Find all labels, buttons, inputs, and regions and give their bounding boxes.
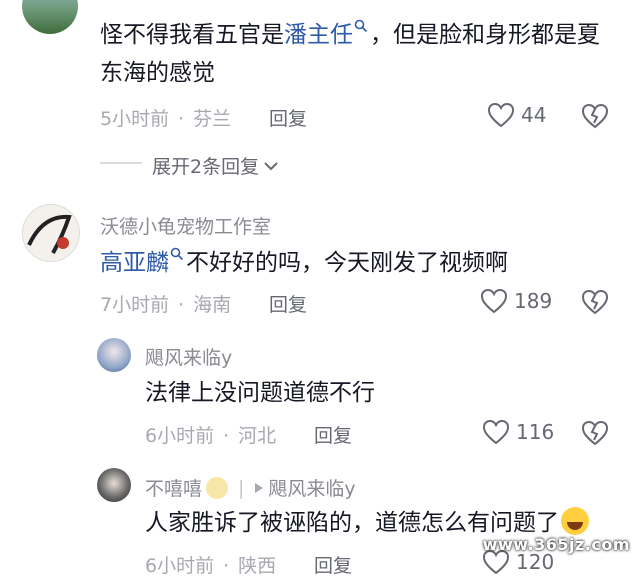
- divider: |: [238, 476, 245, 499]
- reply-meta: 6小时前 · 河北: [145, 421, 276, 448]
- reply-time: 6小时前: [145, 425, 215, 447]
- comment-location: 芬兰: [193, 108, 232, 130]
- reply-to-username[interactable]: 飓风来临y: [268, 474, 355, 501]
- reply-button[interactable]: 回复: [269, 104, 307, 131]
- comment-username[interactable]: 沃德小龟宠物工作室: [100, 212, 271, 239]
- mention-link[interactable]: 潘主任: [284, 20, 370, 48]
- dot-separator: ·: [223, 425, 230, 447]
- like-button[interactable]: 116: [482, 419, 554, 445]
- reply-button[interactable]: 回复: [269, 290, 307, 317]
- laughing-emoji-icon: [561, 507, 589, 535]
- like-button[interactable]: 189: [480, 288, 552, 314]
- reply-time: 6小时前: [145, 555, 215, 577]
- reply-button[interactable]: 回复: [314, 551, 352, 578]
- reply-username[interactable]: 飓风来临y: [145, 343, 232, 370]
- like-count: 189: [514, 289, 553, 313]
- dot-separator: ·: [178, 108, 185, 130]
- comment-text: 高亚麟 不好好的吗，今天刚发了视频啊: [100, 244, 620, 282]
- like-count: 44: [521, 103, 547, 127]
- avatar[interactable]: [97, 338, 131, 372]
- search-icon: [354, 20, 368, 33]
- avatar[interactable]: [97, 468, 131, 502]
- heart-icon: [487, 102, 515, 128]
- reply-button[interactable]: 回复: [314, 421, 352, 448]
- reply-username[interactable]: 不嘻嘻 | 飓风来临y: [145, 474, 356, 501]
- reply-location: 河北: [238, 425, 277, 447]
- mention-link[interactable]: 高亚麟: [100, 248, 186, 276]
- chevron-down-icon: [264, 161, 278, 170]
- comment-location: 海南: [193, 294, 232, 316]
- avatar-logo: [27, 214, 72, 254]
- divider-line: [100, 162, 142, 164]
- avatar[interactable]: [22, 204, 80, 262]
- reply-text: 法律上没问题道德不行: [145, 380, 375, 406]
- avatar[interactable]: [22, 0, 78, 34]
- watermark: www.365jz.com: [482, 535, 630, 554]
- comment-meta: 5小时前 · 芬兰: [100, 104, 231, 131]
- search-icon: [170, 248, 184, 261]
- comment-text: 怪不得我看五官是潘主任 ，但是脸和身形都是夏东海的感觉: [100, 16, 610, 92]
- heart-icon: [480, 288, 508, 314]
- comment-time: 5小时前: [100, 108, 170, 130]
- play-arrow-icon: [255, 482, 264, 493]
- like-button[interactable]: 44: [487, 102, 546, 128]
- broken-heart-icon[interactable]: [581, 420, 609, 446]
- broken-heart-icon[interactable]: [581, 289, 609, 315]
- reply-location: 陕西: [238, 555, 277, 577]
- dot-separator: ·: [178, 294, 185, 316]
- like-count: 116: [516, 420, 555, 444]
- broken-heart-icon[interactable]: [581, 103, 609, 129]
- dot-separator: ·: [223, 555, 230, 577]
- comment-meta: 7小时前 · 海南: [100, 290, 231, 317]
- smile-emoji-icon: [206, 476, 229, 499]
- expand-replies-button[interactable]: 展开2条回复: [152, 152, 279, 179]
- reply-meta: 6小时前 · 陕西: [145, 551, 276, 578]
- comment-time: 7小时前: [100, 294, 170, 316]
- heart-icon: [482, 419, 510, 445]
